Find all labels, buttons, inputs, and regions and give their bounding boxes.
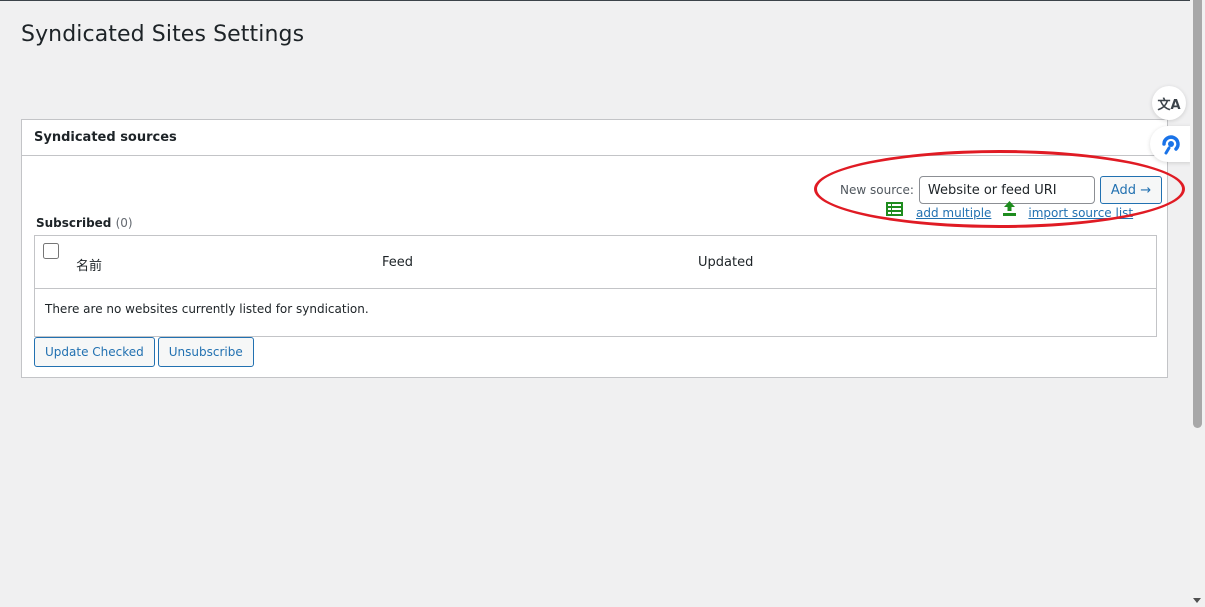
scrollbar-thumb[interactable] — [1193, 0, 1202, 428]
column-name: 名前 — [76, 259, 103, 274]
unsubscribe-button[interactable]: Unsubscribe — [157, 337, 254, 367]
panel-heading: Syndicated sources — [22, 120, 1167, 156]
page-title: Syndicated Sites Settings — [21, 22, 305, 47]
column-updated: Updated — [698, 255, 754, 270]
subscribed-heading: Subscribed (0) — [36, 216, 133, 230]
translate-glyph: 文A — [1157, 97, 1181, 113]
new-source-label: New source: — [840, 183, 914, 197]
new-source-form: New source: Add → — [840, 176, 1163, 204]
update-checked-button[interactable]: Update Checked — [34, 337, 155, 367]
translate-icon[interactable]: 文A — [1152, 86, 1186, 120]
select-all-checkbox[interactable] — [43, 243, 59, 259]
column-feed: Feed — [382, 255, 414, 270]
import-source-list-link[interactable]: import source list — [1028, 206, 1133, 220]
new-source-input[interactable] — [918, 176, 1095, 204]
scrollbar[interactable] — [1190, 0, 1205, 607]
subscribed-label: Subscribed — [36, 216, 112, 230]
add-multiple-link[interactable]: add multiple — [916, 206, 991, 220]
subscribed-count: (0) — [115, 216, 133, 230]
scroll-down-arrow-icon[interactable] — [1193, 598, 1201, 603]
table-actions: Update Checked Unsubscribe — [34, 337, 254, 367]
table-header: 名前 Feed Updated — [35, 236, 1156, 289]
empty-table-message: There are no websites currently listed f… — [45, 302, 369, 316]
source-links: add multiple import source list — [886, 201, 1133, 220]
assistant-icon[interactable] — [1150, 126, 1192, 162]
syndicated-sources-panel: Syndicated sources New source: Add → add… — [21, 119, 1168, 378]
list-icon — [886, 201, 903, 219]
add-source-button[interactable]: Add → — [1099, 176, 1163, 204]
subscriptions-table: 名前 Feed Updated There are no websites cu… — [34, 235, 1157, 337]
top-border — [0, 0, 1190, 1]
upload-icon — [1003, 201, 1017, 219]
